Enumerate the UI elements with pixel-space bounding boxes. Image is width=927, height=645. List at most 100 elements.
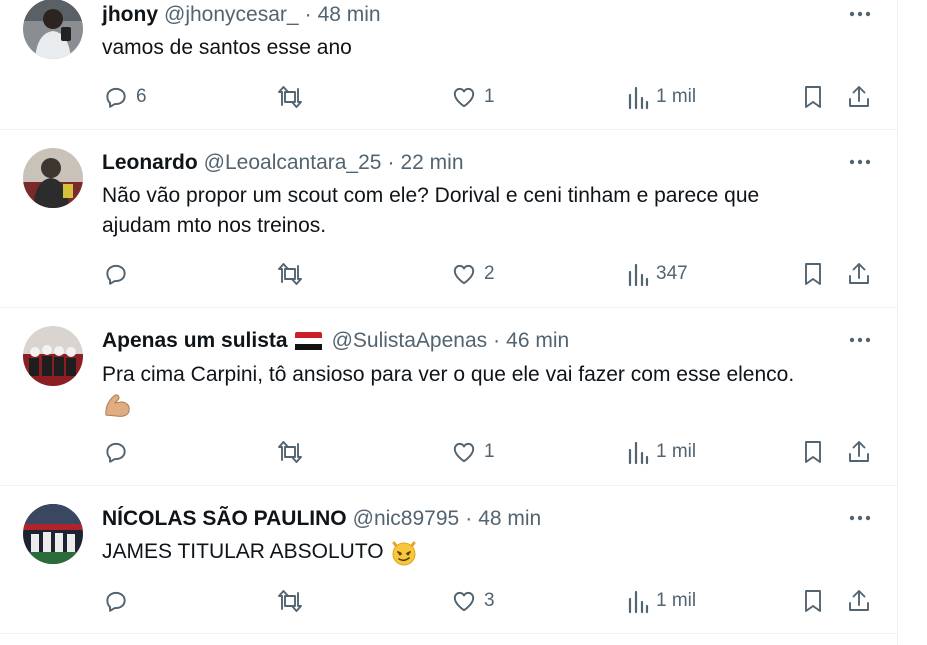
flexed-biceps-emoji — [102, 390, 862, 420]
bookmark-icon — [801, 588, 825, 614]
views-button[interactable]: 1 mil — [627, 82, 696, 112]
view-count: 1 mil — [656, 441, 697, 462]
tweet-actions: 3 1 mil — [0, 586, 897, 616]
retweet-icon — [275, 84, 305, 110]
more-options-icon[interactable] — [846, 508, 874, 528]
tweet-text: Não vão propor um scout com ele? Dorival… — [102, 181, 862, 241]
bookmark-button[interactable] — [801, 259, 825, 289]
reply-tweet[interactable]: Apenas um sulista @SulistaApenas · 46 mi… — [0, 308, 897, 486]
view-count: 1 mil — [656, 590, 697, 611]
like-button[interactable]: 2 — [451, 259, 495, 289]
analytics-icon — [627, 588, 649, 614]
tweet-text-line: Não vão propor um scout com ele? Dorival… — [102, 184, 760, 207]
user-handle[interactable]: @SulistaApenas — [332, 329, 488, 353]
reply-count: 6 — [136, 86, 147, 107]
view-count: 347 — [656, 263, 688, 284]
share-button[interactable] — [846, 259, 872, 289]
retweet-button[interactable] — [275, 82, 312, 112]
user-avatar[interactable] — [23, 326, 83, 386]
display-name[interactable]: NÍCOLAS SÃO PAULINO — [102, 507, 347, 531]
bookmark-button[interactable] — [801, 437, 825, 467]
user-handle[interactable]: @nic89795 — [353, 507, 460, 531]
separator-dot: · — [304, 3, 312, 26]
user-handle[interactable]: @Leoalcantara_25 — [204, 151, 382, 175]
bookmark-button[interactable] — [801, 82, 825, 112]
retweet-button[interactable] — [275, 586, 312, 616]
share-icon — [846, 261, 872, 287]
user-avatar[interactable] — [23, 504, 83, 564]
heart-icon — [451, 439, 477, 465]
reply-tweet[interactable]: Leonardo @Leoalcantara_25 · 22 min Não v… — [0, 130, 897, 308]
reply-icon — [103, 261, 129, 287]
share-button[interactable] — [846, 586, 872, 616]
share-icon — [846, 84, 872, 110]
user-avatar[interactable] — [23, 148, 83, 208]
reply-tweet[interactable]: jhony @jhonycesar_ · 48 min vamos de san… — [0, 0, 897, 130]
tweet-text: JAMES TITULAR ABSOLUTO — [102, 537, 862, 567]
analytics-icon — [627, 84, 649, 110]
timestamp[interactable]: 48 min — [478, 507, 541, 531]
share-icon — [846, 439, 872, 465]
views-button[interactable]: 1 mil — [627, 437, 696, 467]
timestamp[interactable]: 46 min — [506, 329, 569, 353]
like-count: 1 — [484, 86, 495, 107]
display-name[interactable]: Apenas um sulista — [102, 329, 288, 353]
analytics-icon — [627, 261, 649, 287]
retweet-button[interactable] — [275, 259, 312, 289]
heart-icon — [451, 84, 477, 110]
tweet-text: vamos de santos esse ano — [102, 33, 862, 63]
retweet-button[interactable] — [275, 437, 312, 467]
timestamp[interactable]: 48 min — [318, 3, 381, 27]
bookmark-icon — [801, 84, 825, 110]
replies-feed: jhony @jhonycesar_ · 48 min vamos de san… — [0, 0, 898, 645]
heart-icon — [451, 588, 477, 614]
bookmark-button[interactable] — [801, 586, 825, 616]
display-name[interactable]: Leonardo — [102, 151, 198, 175]
reply-button[interactable] — [103, 259, 136, 289]
like-button[interactable]: 1 — [451, 437, 495, 467]
tweet-actions: 6 1 1 mil — [0, 82, 897, 112]
share-button[interactable] — [846, 437, 872, 467]
reply-icon — [103, 588, 129, 614]
tweet-actions: 2 347 — [0, 259, 897, 289]
display-name[interactable]: jhony — [102, 3, 158, 27]
user-handle[interactable]: @jhonycesar_ — [164, 3, 299, 27]
view-count: 1 mil — [656, 86, 697, 107]
red-white-black-flag-icon — [294, 332, 322, 350]
analytics-icon — [627, 439, 649, 465]
retweet-icon — [275, 588, 305, 614]
timestamp[interactable]: 22 min — [400, 151, 463, 175]
tweet-text: Pra cima Carpini, tô ansioso para ver o … — [102, 360, 862, 420]
tweet-text-line: ajudam mto nos treinos. — [102, 214, 327, 237]
separator-dot: · — [387, 151, 395, 174]
smirking-devil-emoji — [392, 541, 416, 566]
reply-tweet[interactable]: NÍCOLAS SÃO PAULINO @nic89795 · 48 min J… — [0, 486, 897, 634]
like-button[interactable]: 3 — [451, 586, 495, 616]
separator-dot: · — [465, 507, 473, 530]
more-options-icon[interactable] — [846, 152, 874, 172]
reply-button[interactable] — [103, 437, 136, 467]
separator-dot: · — [493, 329, 501, 352]
reply-button[interactable] — [103, 586, 136, 616]
bookmark-icon — [801, 439, 825, 465]
tweet-actions: 1 1 mil — [0, 437, 897, 467]
like-count: 1 — [484, 441, 495, 462]
more-options-icon[interactable] — [846, 330, 874, 350]
like-count: 2 — [484, 263, 495, 284]
share-button[interactable] — [846, 82, 872, 112]
views-button[interactable]: 347 — [627, 259, 688, 289]
tweet-text-line: JAMES TITULAR ABSOLUTO — [102, 540, 384, 563]
like-count: 3 — [484, 590, 495, 611]
retweet-icon — [275, 439, 305, 465]
more-options-icon[interactable] — [846, 4, 874, 24]
heart-icon — [451, 261, 477, 287]
reply-icon — [103, 439, 129, 465]
retweet-icon — [275, 261, 305, 287]
views-button[interactable]: 1 mil — [627, 586, 696, 616]
like-button[interactable]: 1 — [451, 82, 495, 112]
tweet-text-line: vamos de santos esse ano — [102, 36, 352, 59]
share-icon — [846, 588, 872, 614]
reply-button[interactable]: 6 — [103, 82, 147, 112]
reply-icon — [103, 84, 129, 110]
user-avatar[interactable] — [23, 0, 83, 59]
